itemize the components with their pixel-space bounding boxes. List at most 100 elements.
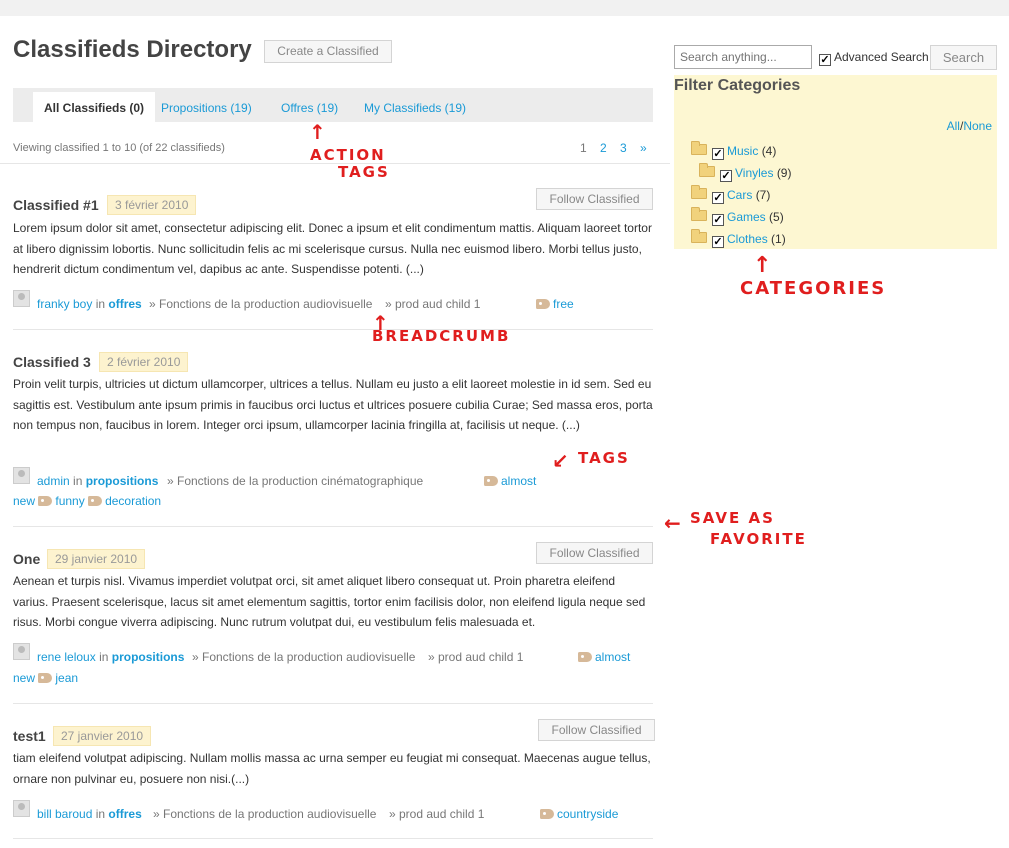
breadcrumb-link[interactable]: » Fonctions de la production cinématogra…: [167, 474, 423, 488]
classified-date: 29 janvier 2010: [47, 549, 146, 569]
tab-my-classifieds[interactable]: My Classifieds (19): [364, 101, 466, 115]
category-item-music[interactable]: ✓ Music (4): [691, 141, 777, 160]
avatar: [13, 800, 30, 817]
category-checkbox[interactable]: ✓: [712, 192, 724, 204]
page-title: Classifieds Directory: [13, 36, 252, 63]
divider: [13, 703, 653, 704]
follow-classified-button[interactable]: Follow Classified: [536, 188, 653, 210]
arrow-up-icon: ↑: [309, 120, 328, 144]
tab-offres[interactable]: Offres (19): [281, 101, 338, 115]
tag-link[interactable]: countryside: [557, 807, 618, 821]
create-classified-button[interactable]: Create a Classified: [264, 40, 392, 63]
divider: [13, 329, 653, 330]
tag-icon: [88, 496, 103, 506]
top-bar: [0, 0, 1009, 16]
tag-link[interactable]: jean: [55, 671, 78, 685]
folder-icon: [691, 141, 707, 155]
annotation-categories: CATEGORIES: [740, 278, 887, 299]
tab-bar: All Classifieds (0) Propositions (19) Of…: [13, 88, 653, 122]
category-link[interactable]: offres: [108, 297, 141, 311]
tab-propositions[interactable]: Propositions (19): [161, 101, 252, 115]
breadcrumb-link[interactable]: » Fonctions de la production audiovisuel…: [153, 807, 376, 821]
tag-link[interactable]: new: [13, 671, 35, 685]
advanced-search-label: Advanced Search: [834, 50, 929, 64]
category-checkbox[interactable]: ✓: [712, 214, 724, 226]
category-link[interactable]: propositions: [86, 474, 159, 488]
classified-date: 2 février 2010: [99, 352, 189, 372]
search-input[interactable]: [674, 45, 812, 69]
category-checkbox[interactable]: ✓: [712, 148, 724, 160]
select-none-link[interactable]: None: [963, 119, 992, 133]
avatar: [13, 290, 30, 307]
category-link[interactable]: Clothes: [727, 232, 768, 246]
classified-meta: franky boy in offres: [37, 297, 142, 311]
follow-classified-button[interactable]: Follow Classified: [536, 542, 653, 564]
breadcrumb-link[interactable]: » prod aud child 1: [385, 297, 480, 311]
tag-icon: [578, 652, 592, 662]
category-count: (4): [761, 144, 777, 158]
tag-link[interactable]: almost: [501, 474, 536, 488]
category-link[interactable]: Cars: [727, 188, 752, 202]
search-button[interactable]: Search: [930, 45, 997, 70]
checkbox-icon[interactable]: ✓: [819, 54, 831, 66]
tag-list: almost: [484, 474, 536, 488]
classified-description: Lorem ipsum dolor sit amet, consectetur …: [13, 221, 652, 276]
category-link[interactable]: offres: [108, 807, 141, 821]
author-link[interactable]: franky boy: [37, 297, 92, 311]
advanced-search-toggle[interactable]: ✓ Advanced Search: [819, 50, 929, 66]
viewing-count: Viewing classified 1 to 10 (of 22 classi…: [13, 142, 225, 154]
classified-meta: admin in propositions: [37, 474, 158, 488]
tag-link[interactable]: decoration: [105, 494, 161, 508]
tag-link[interactable]: funny: [55, 494, 84, 508]
author-link[interactable]: admin: [37, 474, 70, 488]
next-page-link[interactable]: »: [640, 141, 647, 155]
breadcrumb-link[interactable]: » prod aud child 1: [389, 807, 484, 821]
category-checkbox[interactable]: ✓: [712, 236, 724, 248]
classified-title[interactable]: Classified 3: [13, 354, 91, 370]
classified-description: Proin velit turpis, ultricies ut dictum …: [13, 377, 653, 432]
category-item-cars[interactable]: ✓ Cars (7): [691, 185, 771, 204]
breadcrumb-link[interactable]: » prod aud child 1: [428, 650, 523, 664]
category-link[interactable]: propositions: [112, 650, 185, 664]
annotation-save-as: SAVE AS: [690, 509, 775, 527]
page-3-link[interactable]: 3: [620, 141, 627, 155]
classified-date: 3 février 2010: [107, 195, 197, 215]
page-2-link[interactable]: 2: [600, 141, 607, 155]
tab-all-classifieds[interactable]: All Classifieds (0): [33, 92, 156, 122]
folder-icon: [691, 207, 707, 221]
author-link[interactable]: bill baroud: [37, 807, 92, 821]
annotation-tags-label: TAGS: [338, 163, 390, 181]
in-label: in: [95, 297, 106, 311]
category-item-games[interactable]: ✓ Games (5): [691, 207, 784, 226]
author-link[interactable]: rene leloux: [37, 650, 96, 664]
classified-title[interactable]: test1: [13, 728, 46, 744]
in-label: in: [99, 650, 109, 664]
breadcrumb-link[interactable]: » Fonctions de la production audiovisuel…: [192, 650, 415, 664]
category-link[interactable]: Games: [727, 210, 766, 224]
folder-icon: [691, 185, 707, 199]
classified-meta: rene leloux in propositions: [37, 650, 184, 664]
category-link[interactable]: Music: [727, 144, 758, 158]
tag-link[interactable]: almost: [595, 650, 630, 664]
all-none-selector: All/None: [947, 119, 992, 133]
annotation-action: ACTION: [310, 146, 386, 164]
category-item-clothes[interactable]: ✓ Clothes (1): [691, 229, 786, 248]
category-checkbox[interactable]: ✓: [720, 170, 732, 182]
tag-link[interactable]: free: [553, 297, 574, 311]
tag-icon: [540, 809, 554, 819]
divider: [13, 526, 653, 527]
breadcrumb-link[interactable]: » Fonctions de la production audiovisuel…: [149, 297, 372, 311]
classified-description: tiam eleifend volutpat adipiscing. Nulla…: [13, 751, 651, 786]
classified-title[interactable]: Classified #1: [13, 197, 99, 213]
classified-title[interactable]: One: [13, 551, 40, 567]
category-count: (7): [755, 188, 771, 202]
category-link[interactable]: Vinyles: [735, 166, 773, 180]
select-all-link[interactable]: All: [947, 119, 960, 133]
filter-title: Filter Categories: [674, 77, 801, 94]
category-item-vinyles[interactable]: ✓ Vinyles (9): [699, 163, 792, 182]
tag-list: new jean: [13, 671, 78, 685]
category-count: (9): [776, 166, 792, 180]
tag-link[interactable]: new: [13, 494, 35, 508]
follow-classified-button[interactable]: Follow Classified: [538, 719, 655, 741]
category-count: (5): [769, 210, 784, 224]
